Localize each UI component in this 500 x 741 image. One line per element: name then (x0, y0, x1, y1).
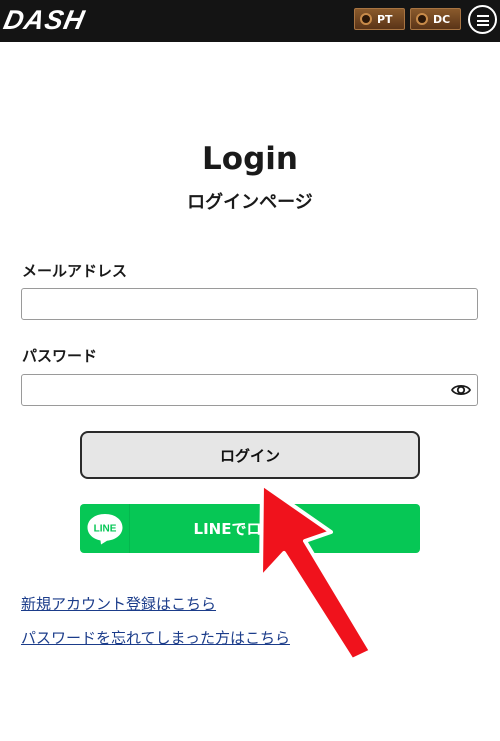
line-logo-icon: LINE (80, 504, 130, 553)
pt-badge-label: PT (377, 12, 393, 26)
line-login-button[interactable]: LINE LINEでログイン (80, 504, 420, 553)
forgot-password-link[interactable]: パスワードを忘れてしまった方はこちら (21, 627, 290, 648)
register-link[interactable]: 新規アカウント登録はこちら (21, 593, 216, 614)
dc-badge-label: DC (433, 12, 451, 26)
page-title: Login (202, 141, 298, 177)
email-field[interactable] (21, 288, 478, 320)
password-field[interactable] (21, 374, 478, 406)
login-button[interactable]: ログイン (80, 431, 420, 479)
line-login-label: LINEでログイン (193, 520, 307, 538)
password-label: パスワード (22, 347, 98, 365)
coin-icon (416, 13, 428, 25)
hamburger-menu-icon[interactable] (468, 5, 497, 34)
eye-icon[interactable] (451, 382, 471, 398)
pt-badge[interactable]: PT (354, 8, 405, 30)
svg-text:LINE: LINE (93, 523, 116, 534)
page-subtitle: ログインページ (187, 192, 313, 213)
dash-logo[interactable]: DASH (1, 5, 88, 36)
dc-badge[interactable]: DC (410, 8, 461, 30)
top-bar: DASH PT DC (0, 0, 500, 42)
coin-icon (360, 13, 372, 25)
email-label: メールアドレス (22, 262, 128, 280)
